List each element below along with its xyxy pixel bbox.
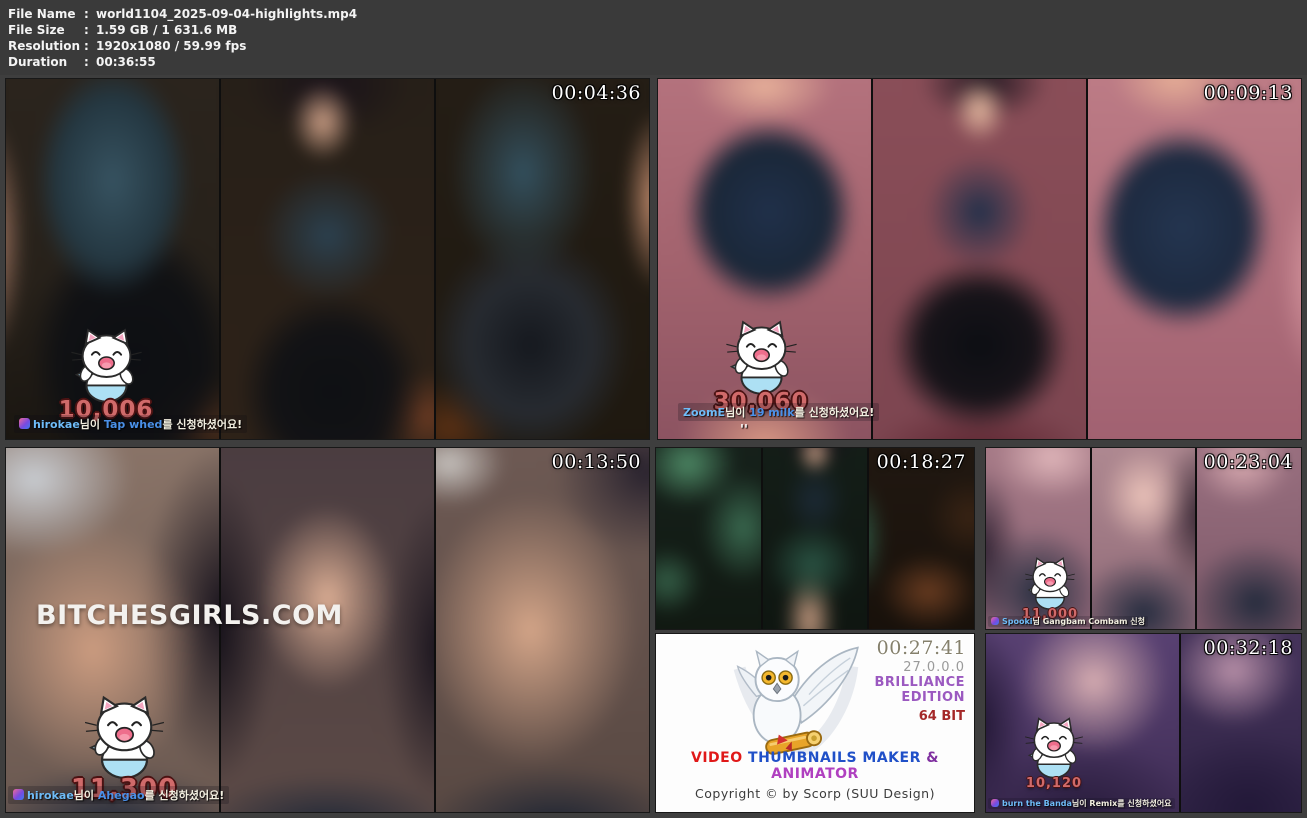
separator: : bbox=[84, 38, 96, 54]
video-frame-panel bbox=[436, 79, 649, 439]
owl-icon bbox=[714, 642, 874, 764]
file-info-header: File Name:world1104_2025-09-04-highlight… bbox=[0, 0, 1307, 75]
vtm-copyright: Copyright © by Scorp (SUU Design) bbox=[656, 786, 974, 801]
frame-blur-art bbox=[221, 79, 434, 439]
file-name-value: world1104_2025-09-04-highlights.mp4 bbox=[96, 6, 357, 22]
thumbnail-00-23-04: 00:23:04 11,000 Spooki님 Gangbam Combam 신… bbox=[985, 447, 1302, 630]
timestamp-badge: 00:27:41 bbox=[877, 637, 966, 659]
resolution-row: Resolution:1920x1080 / 59.99 fps bbox=[8, 38, 1307, 54]
duration-value: 00:36:55 bbox=[96, 54, 156, 70]
file-size-row: File Size:1.59 GB / 1 631.6 MB bbox=[8, 22, 1307, 38]
donation-count: 10,120 bbox=[1026, 776, 1082, 791]
vtm-title-amp: & bbox=[926, 750, 939, 766]
frame-blur-art bbox=[763, 448, 868, 629]
file-name-label: File Name bbox=[8, 6, 84, 22]
resolution-label: Resolution bbox=[8, 38, 84, 54]
cat-mascot-icon bbox=[719, 319, 804, 399]
video-frame-panel bbox=[1092, 448, 1196, 629]
chat-tail: 를 신청하셨어요! bbox=[145, 789, 225, 802]
thumbnail-00-18-27: 00:18:27 bbox=[655, 447, 975, 630]
cat-mascot-icon bbox=[1020, 556, 1080, 613]
video-frame-panel bbox=[656, 448, 761, 629]
timestamp-badge: 00:13:50 bbox=[552, 451, 641, 473]
vtm-version: 27.0.0.0 bbox=[874, 660, 965, 675]
vtm-title-video: VIDEO bbox=[691, 750, 743, 766]
video-frame-panel bbox=[221, 79, 434, 439]
vtm-title-animator: ANIMATOR bbox=[771, 766, 859, 782]
song-request-chat: hirokae님이 Tap whed를 신청하셨어요! bbox=[14, 415, 247, 433]
chat-song-title: Tap whed bbox=[104, 418, 163, 431]
frame-blur-art bbox=[436, 79, 649, 439]
song-request-chat: hirokae님이 Ahegao를 신청하셨어요! bbox=[8, 786, 229, 804]
chat-suffix: 님이 bbox=[74, 789, 94, 802]
separator: : bbox=[84, 6, 96, 22]
video-frame-panel bbox=[763, 448, 868, 629]
timestamp-badge: 00:04:36 bbox=[552, 82, 641, 104]
vtm-version-block: 27.0.0.0 BRILLIANCE EDITION 64 BIT bbox=[874, 660, 965, 724]
vtm-edition-line1: BRILLIANCE bbox=[874, 675, 965, 690]
video-frame-panel bbox=[1197, 448, 1301, 629]
vtm-watermark-frame: 00:27:41 27.0.0.0 BRILLIANCE EDITION 64 … bbox=[655, 633, 975, 813]
chat-user-icon bbox=[991, 799, 999, 807]
cat-mascot-icon bbox=[1019, 716, 1089, 782]
thumbnail-00-09-13: 00:09:13 30,060 ZoomE님이 19 milk를 신청하셨어요!… bbox=[657, 78, 1302, 440]
site-watermark: BITCHESGIRLS.COM bbox=[36, 600, 343, 631]
timestamp-badge: 00:09:13 bbox=[1204, 82, 1293, 104]
song-request-chat: ZoomE님이 19 milk를 신청하셨어요! bbox=[678, 403, 879, 421]
thumbnail-00-04-36: 00:04:36 10,006 hirokae님이 Tap whed를 신청하셨… bbox=[5, 78, 650, 440]
chat-username: ZoomE bbox=[683, 406, 725, 419]
video-frame-panel bbox=[873, 79, 1086, 439]
vtm-edition-line2: EDITION bbox=[874, 690, 965, 705]
video-frame-panel bbox=[869, 448, 974, 629]
chat-text: 님이 Remix를 신청하셨어요 bbox=[1072, 799, 1172, 808]
frame-blur-art bbox=[656, 448, 761, 629]
chat-suffix: 님이 bbox=[80, 418, 100, 431]
chat-suffix: 님이 bbox=[725, 406, 745, 419]
chat-username: Spooki bbox=[1002, 617, 1033, 626]
vtm-64bit: 64 BIT bbox=[874, 709, 965, 724]
cat-mascot-icon bbox=[77, 694, 172, 784]
duration-label: Duration bbox=[8, 54, 84, 70]
cat-mascot-icon bbox=[64, 327, 149, 407]
chat-song-title: Ahegao bbox=[98, 789, 145, 802]
thumbnail-00-32-18: 00:32:18 10,120 burn the Banda님이 Remix를 … bbox=[985, 633, 1302, 813]
timestamp-badge: 00:18:27 bbox=[877, 451, 966, 473]
thumbnail-00-13-50: 00:13:50 BITCHESGIRLS.COM 11,300 hirokae… bbox=[5, 447, 650, 813]
frame-blur-art bbox=[436, 448, 649, 812]
file-size-value: 1.59 GB / 1 631.6 MB bbox=[96, 22, 237, 38]
song-request-chat: Spooki님 Gangbam Combam 신청 bbox=[988, 616, 1148, 627]
frame-blur-art bbox=[869, 448, 974, 629]
video-frame-panel bbox=[1181, 634, 1301, 812]
duration-row: Duration:00:36:55 bbox=[8, 54, 1307, 70]
chat-ellipsis: '' bbox=[740, 423, 748, 438]
video-frame-panel bbox=[436, 448, 649, 812]
vtm-product-title: VIDEO THUMBNAILS MAKER & ANIMATOR bbox=[656, 750, 974, 782]
chat-username: hirokae bbox=[27, 789, 74, 802]
chat-user-icon bbox=[991, 617, 999, 625]
song-request-chat: burn the Banda님이 Remix를 신청하셨어요 bbox=[988, 798, 1175, 809]
chat-username: burn the Banda bbox=[1002, 799, 1072, 808]
timestamp-badge: 00:32:18 bbox=[1204, 637, 1293, 659]
file-size-label: File Size bbox=[8, 22, 84, 38]
frame-blur-art bbox=[873, 79, 1086, 439]
video-frame-panel bbox=[1088, 79, 1301, 439]
chat-user-icon bbox=[19, 418, 30, 429]
separator: : bbox=[84, 22, 96, 38]
resolution-value: 1920x1080 / 59.99 fps bbox=[96, 38, 246, 54]
timestamp-badge: 00:23:04 bbox=[1204, 451, 1293, 473]
frame-blur-art bbox=[1197, 448, 1301, 629]
frame-blur-art bbox=[1181, 634, 1301, 812]
file-name-row: File Name:world1104_2025-09-04-highlight… bbox=[8, 6, 1307, 22]
chat-text: 님 Gangbam Combam 신청 bbox=[1033, 617, 1145, 626]
chat-tail: 를 신청하셨어요! bbox=[162, 418, 242, 431]
chat-username: hirokae bbox=[33, 418, 80, 431]
separator: : bbox=[84, 54, 96, 70]
frame-blur-art bbox=[1088, 79, 1301, 439]
frame-blur-art bbox=[1092, 448, 1196, 629]
chat-song-title: 19 milk bbox=[749, 406, 794, 419]
chat-user-icon bbox=[13, 789, 24, 800]
chat-tail: 를 신청하셨어요! bbox=[795, 406, 875, 419]
vtm-title-thumbnails-maker: THUMBNAILS MAKER bbox=[748, 750, 921, 766]
